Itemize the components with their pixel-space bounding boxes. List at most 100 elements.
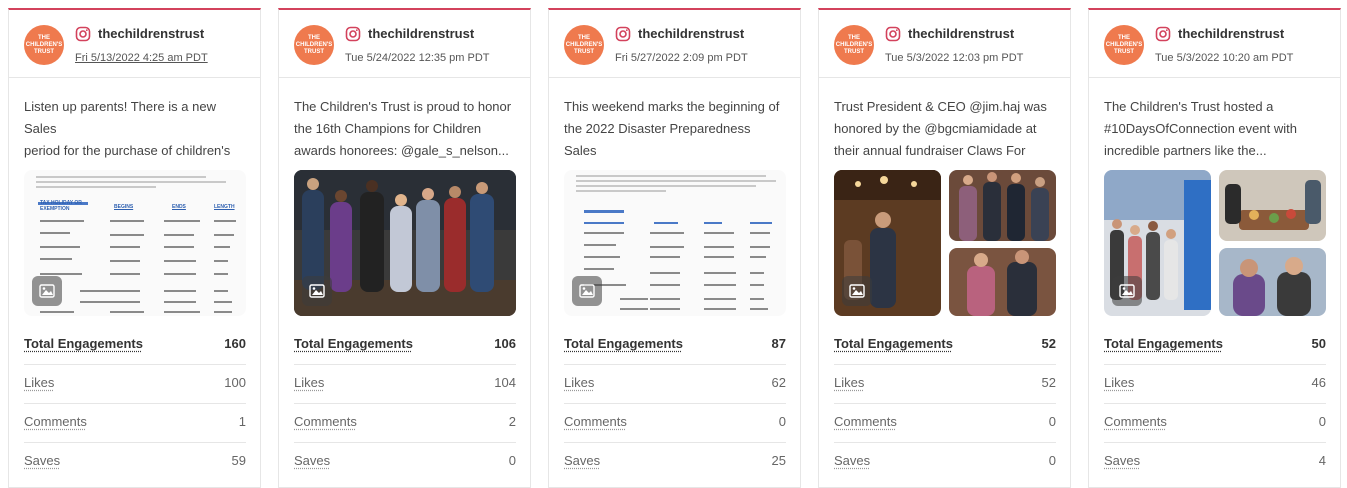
- image-type-icon: [842, 276, 872, 306]
- post-card[interactable]: THE CHILDREN'S TRUST thechildrenstrust Tue…: [278, 8, 531, 488]
- image-type-icon: [32, 276, 62, 306]
- stat-value: 25: [771, 453, 786, 468]
- stat-value: 2: [508, 414, 516, 429]
- stat-value: 160: [224, 336, 246, 351]
- stat-label[interactable]: Total Engagements: [294, 336, 413, 351]
- stat-likes: Likes 52: [834, 365, 1056, 404]
- post-date-link[interactable]: Tue 5/24/2022 12:35 pm PDT: [345, 52, 490, 64]
- post-header: THE CHILDREN'S TRUST thechildrenstrust Fri…: [9, 10, 260, 78]
- stat-value: 4: [1318, 453, 1326, 468]
- post-card[interactable]: THE CHILDREN'S TRUST thechildrenstrust Tue…: [818, 8, 1071, 488]
- account-handle[interactable]: thechildrenstrust: [1178, 26, 1284, 41]
- collage-photo: [949, 248, 1056, 316]
- post-media[interactable]: TAX HOLIDAY OR EXEMPTION BEGINS ENDS LEN…: [24, 170, 246, 316]
- stat-label[interactable]: Saves: [24, 453, 60, 468]
- post-header: THE CHILDREN'S TRUST thechildrenstrust Fri…: [549, 10, 800, 78]
- stat-total-engagements: Total Engagements 160: [24, 326, 246, 365]
- engagement-stats: Total Engagements 160 Likes 100 Comments…: [24, 326, 246, 481]
- post-card-row: THE CHILDREN'S TRUST thechildrenstrust Fri…: [0, 0, 1347, 488]
- stat-saves: Saves 0: [294, 443, 516, 481]
- post-caption: Trust President & CEO @jim.haj was honor…: [834, 99, 1047, 158]
- stat-likes: Likes 104: [294, 365, 516, 404]
- instagram-icon: [885, 26, 901, 42]
- account-handle[interactable]: thechildrenstrust: [98, 26, 204, 41]
- engagement-stats: Total Engagements 52 Likes 52 Comments 0…: [834, 326, 1056, 481]
- account-handle[interactable]: thechildrenstrust: [908, 26, 1014, 41]
- doc-header-begins: BEGINS: [114, 204, 134, 210]
- post-card[interactable]: THE CHILDREN'S TRUST thechildrenstrust Fri…: [548, 8, 801, 488]
- stat-value: 52: [1041, 375, 1056, 390]
- post-card[interactable]: THE CHILDREN'S TRUST thechildrenstrust Tue…: [1088, 8, 1341, 488]
- post-header: THE CHILDREN'S TRUST thechildrenstrust Tue…: [279, 10, 530, 78]
- stat-label[interactable]: Likes: [24, 375, 54, 390]
- post-header: THE CHILDREN'S TRUST thechildrenstrust Tue…: [1089, 10, 1340, 78]
- stat-saves: Saves 0: [834, 443, 1056, 481]
- post-media[interactable]: [834, 170, 1056, 316]
- stat-saves: Saves 59: [24, 443, 246, 481]
- stat-value: 87: [771, 336, 786, 351]
- instagram-icon: [615, 26, 631, 42]
- stat-comments: Comments 1: [24, 404, 246, 443]
- account-handle[interactable]: thechildrenstrust: [368, 26, 474, 41]
- stat-label[interactable]: Likes: [564, 375, 594, 390]
- stat-label[interactable]: Saves: [834, 453, 870, 468]
- post-media[interactable]: [564, 170, 786, 316]
- stat-total-engagements: Total Engagements 87: [564, 326, 786, 365]
- post-media[interactable]: [1104, 170, 1326, 316]
- stat-value: 100: [224, 375, 246, 390]
- stat-label[interactable]: Likes: [294, 375, 324, 390]
- collage-photo: [1219, 248, 1326, 316]
- stat-label[interactable]: Saves: [294, 453, 330, 468]
- stat-label[interactable]: Total Engagements: [24, 336, 143, 351]
- stat-comments: Comments 0: [1104, 404, 1326, 443]
- stat-value: 0: [508, 453, 516, 468]
- stat-value: 104: [494, 375, 516, 390]
- post-date-link[interactable]: Fri 5/13/2022 4:25 am PDT: [75, 52, 208, 64]
- avatar[interactable]: THE CHILDREN'S TRUST: [834, 25, 874, 65]
- stat-value: 0: [778, 414, 786, 429]
- avatar[interactable]: THE CHILDREN'S TRUST: [1104, 25, 1144, 65]
- stat-likes: Likes 62: [564, 365, 786, 404]
- stat-label[interactable]: Likes: [834, 375, 864, 390]
- instagram-icon: [1155, 26, 1171, 42]
- post-date-link[interactable]: Tue 5/3/2022 10:20 am PDT: [1155, 52, 1293, 64]
- stat-label[interactable]: Comments: [24, 414, 87, 429]
- post-card[interactable]: THE CHILDREN'S TRUST thechildrenstrust Fri…: [8, 8, 261, 488]
- post-date-link[interactable]: Tue 5/3/2022 12:03 pm PDT: [885, 52, 1023, 64]
- stat-label[interactable]: Likes: [1104, 375, 1134, 390]
- post-date-link[interactable]: Fri 5/27/2022 2:09 pm PDT: [615, 52, 748, 64]
- stat-label[interactable]: Total Engagements: [564, 336, 683, 351]
- stat-label[interactable]: Saves: [564, 453, 600, 468]
- stat-value: 0: [1048, 414, 1056, 429]
- stat-label[interactable]: Comments: [1104, 414, 1167, 429]
- stat-value: 62: [771, 375, 786, 390]
- post-caption: Listen up parents! There is a new Sales …: [24, 99, 231, 158]
- stat-label[interactable]: Comments: [564, 414, 627, 429]
- image-type-icon: [1112, 276, 1142, 306]
- stat-total-engagements: Total Engagements 52: [834, 326, 1056, 365]
- doc-header-ends: ENDS: [172, 204, 186, 210]
- stat-value: 50: [1311, 336, 1326, 351]
- stat-value: 106: [494, 336, 516, 351]
- post-media[interactable]: [294, 170, 516, 316]
- stat-label[interactable]: Saves: [1104, 453, 1140, 468]
- stat-total-engagements: Total Engagements 106: [294, 326, 516, 365]
- stat-label[interactable]: Total Engagements: [1104, 336, 1223, 351]
- post-caption: This weekend marks the beginning of the …: [564, 99, 780, 158]
- stat-saves: Saves 25: [564, 443, 786, 481]
- image-type-icon: [302, 276, 332, 306]
- stat-value: 0: [1318, 414, 1326, 429]
- stat-likes: Likes 100: [24, 365, 246, 404]
- account-handle[interactable]: thechildrenstrust: [638, 26, 744, 41]
- stat-label[interactable]: Comments: [294, 414, 357, 429]
- stat-value: 1: [238, 414, 246, 429]
- stat-comments: Comments 0: [564, 404, 786, 443]
- image-type-icon: [572, 276, 602, 306]
- doc-header-left: TAX HOLIDAY OR EXEMPTION: [40, 200, 82, 212]
- stat-value: 0: [1048, 453, 1056, 468]
- avatar[interactable]: THE CHILDREN'S TRUST: [564, 25, 604, 65]
- stat-label[interactable]: Comments: [834, 414, 897, 429]
- stat-label[interactable]: Total Engagements: [834, 336, 953, 351]
- avatar[interactable]: THE CHILDREN'S TRUST: [294, 25, 334, 65]
- avatar[interactable]: THE CHILDREN'S TRUST: [24, 25, 64, 65]
